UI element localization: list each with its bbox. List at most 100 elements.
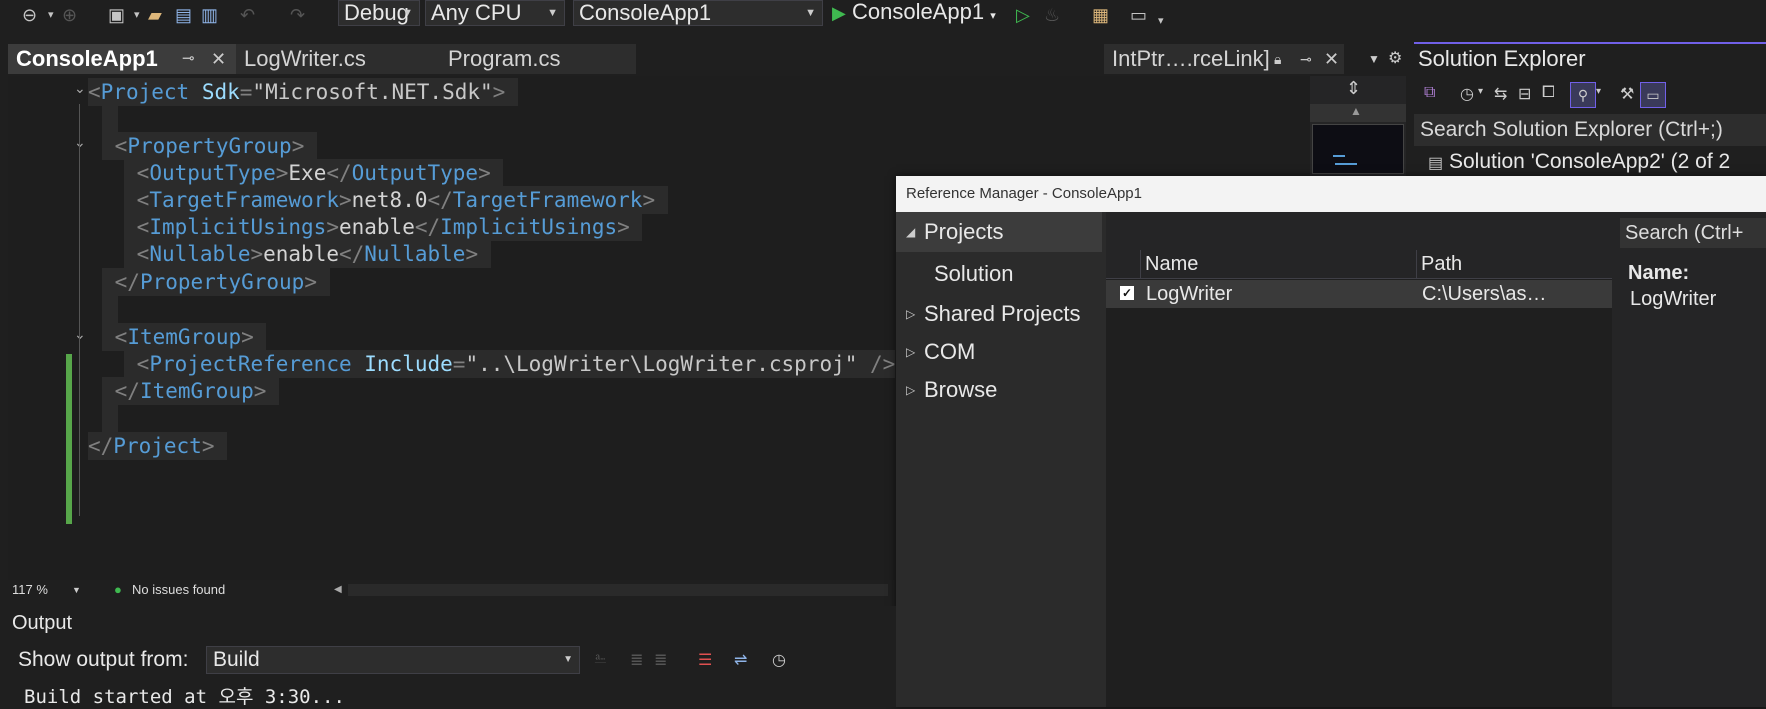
scroll-left-icon[interactable]: ◀ (334, 580, 342, 600)
solution-explorer-toolbar: ⧉ ◷ ▾ ⇆ ⊟ ⧠ ⚲ ▾ ⚒ ▭ (1414, 80, 1766, 112)
save-icon[interactable]: ▤ (175, 4, 192, 28)
run-label: ConsoleApp1 (851, 0, 985, 24)
hot-reload-icon[interactable]: ♨ (1044, 4, 1060, 28)
nav-browse[interactable]: ▷ Browse (896, 370, 1102, 410)
chevron-down-icon[interactable]: ▾ (48, 4, 54, 28)
wrench-icon[interactable]: ⚒ (1620, 84, 1634, 104)
tab-program[interactable]: Program.cs (440, 44, 636, 74)
platform-dropdown[interactable]: Any CPU ▼ (425, 0, 565, 26)
search-placeholder: Search (Ctrl+ (1625, 222, 1744, 244)
file-explorer-icon[interactable]: ▦ (1092, 4, 1109, 28)
forward-icon[interactable]: ⊕ (62, 4, 77, 28)
new-project-icon[interactable]: ▣ (108, 4, 125, 28)
chevron-down-icon[interactable]: ▾ (1158, 10, 1164, 34)
dialog-title: Reference Manager - ConsoleApp1 (906, 185, 1142, 202)
next-message-icon[interactable]: ≣ (654, 650, 667, 670)
scroll-up-button[interactable]: ▲ (1310, 104, 1406, 122)
tab-intptr[interactable]: IntPtr….rceLink] 🔒︎ ⊸ ✕ (1104, 44, 1344, 74)
list-header: Name Path (1106, 250, 1612, 279)
open-folder-icon[interactable]: ▰ (148, 4, 162, 28)
nav-com[interactable]: ▷ COM (896, 332, 1102, 372)
filter-icon[interactable]: ⚲ (1570, 82, 1596, 108)
configuration-dropdown[interactable]: Debug ▼ (338, 0, 420, 26)
clear-all-icon[interactable]: ☰ (698, 650, 712, 670)
nav-shared-projects[interactable]: ▷ Shared Projects (896, 294, 1102, 334)
tab-logwriter[interactable]: LogWriter.cs (236, 44, 440, 74)
split-window-icon[interactable]: ⇕ (1346, 78, 1361, 99)
code-line-1: <Project Sdk="Microsoft.NET.Sdk"> (88, 78, 518, 106)
back-icon[interactable]: ⊖ (22, 4, 37, 28)
list-toolbar (1106, 212, 1612, 250)
sync-icon[interactable]: ⇆ (1494, 84, 1507, 104)
clock-icon[interactable]: ◷ (772, 650, 786, 670)
details-pane: Search (Ctrl+ Name: LogWriter (1616, 212, 1766, 707)
zoom-level[interactable]: 117 % (12, 580, 48, 600)
history-icon[interactable]: ◷ (1460, 84, 1474, 104)
output-panel: Output Show output from: Build ▼ ⎁ ≣ ≣ ☰… (8, 606, 896, 708)
output-source-dropdown[interactable]: Build ▼ (206, 646, 580, 674)
find-message-icon[interactable]: ⎁ (594, 650, 607, 668)
collapsed-triangle-icon: ▷ (906, 307, 916, 321)
fold-chevron-icon[interactable]: ⌄ (74, 80, 86, 97)
platform-value: Any CPU (431, 0, 522, 25)
check-circle-icon: ● (114, 582, 122, 597)
reference-search-input[interactable]: Search (Ctrl+ (1620, 218, 1766, 248)
chevron-down-icon[interactable]: ▾ (1478, 86, 1483, 97)
code-line-9: <ProjectReference Include="..\LogWriter\… (124, 350, 896, 378)
close-icon[interactable]: ✕ (1324, 44, 1339, 74)
pin-icon[interactable]: ⊸ (1300, 44, 1312, 74)
output-log-line: Build started at 오후 3:30... (24, 686, 345, 708)
tab-list-dropdown-icon[interactable]: ▼ (1368, 52, 1380, 66)
tab-consoleapp1[interactable]: ConsoleApp1 ⊸ ✕ (8, 44, 236, 74)
horizontal-scrollbar[interactable] (348, 584, 888, 596)
word-wrap-icon[interactable]: ⇌ (734, 650, 747, 670)
chevron-down-icon: ▾ (990, 10, 996, 22)
nav-projects[interactable]: ◢ Projects (896, 212, 1102, 252)
solution-search-input[interactable]: Search Solution Explorer (Ctrl+;) (1414, 114, 1766, 146)
row-name: LogWriter (1146, 283, 1233, 305)
code-line-4: <TargetFramework>net8.0</TargetFramework… (124, 186, 668, 214)
column-header-name[interactable]: Name (1140, 250, 1421, 278)
undo-icon[interactable]: ↶ (240, 4, 255, 28)
solution-icon: ▤ (1428, 155, 1444, 172)
show-all-files-icon[interactable]: ⧠ (1542, 84, 1555, 102)
tab-label: LogWriter.cs (244, 46, 366, 71)
start-without-debugging-icon[interactable]: ▷ (1016, 4, 1030, 28)
collapse-all-icon[interactable]: ⊟ (1518, 84, 1531, 104)
reference-list: Name Path ✓ LogWriter C:\Users\as… (1106, 212, 1612, 707)
gear-icon[interactable]: ⚙ (1388, 48, 1402, 68)
configuration-value: Debug (344, 0, 409, 25)
row-path: C:\Users\as… (1422, 283, 1547, 305)
code-line-8: <ItemGroup> (102, 323, 267, 351)
output-title: Output (12, 612, 73, 634)
solution-node-label: Solution 'ConsoleApp2' (2 of 2 (1448, 150, 1731, 173)
solution-explorer-panel: Solution Explorer ⧉ ◷ ▾ ⇆ ⊟ ⧠ ⚲ ▾ ⚒ ▭ Se… (1414, 42, 1766, 184)
column-header-path[interactable]: Path (1416, 250, 1617, 278)
redo-icon[interactable]: ↷ (290, 4, 305, 28)
nav-solution[interactable]: Solution (896, 254, 1102, 294)
reference-checkbox[interactable]: ✓ (1120, 286, 1134, 300)
chevron-down-icon[interactable]: ▼ (72, 580, 81, 600)
code-line-blank (102, 296, 118, 324)
previous-message-icon[interactable]: ≣ (630, 650, 643, 670)
details-value: LogWriter (1630, 288, 1717, 310)
table-row[interactable]: ✓ LogWriter C:\Users\as… (1106, 280, 1612, 308)
issues-status[interactable]: No issues found (132, 580, 225, 600)
chevron-down-icon[interactable]: ▾ (134, 4, 140, 28)
close-icon[interactable]: ✕ (211, 44, 226, 74)
save-all-icon[interactable]: ▥ (201, 4, 218, 28)
dialog-title-bar[interactable]: Reference Manager - ConsoleApp1 (896, 176, 1766, 212)
chevron-down-icon[interactable]: ▾ (1596, 86, 1601, 97)
vs-sync-icon[interactable]: ⧉ (1424, 84, 1435, 102)
pin-icon[interactable]: ⊸ (182, 44, 195, 74)
minimap-preview[interactable] (1312, 124, 1404, 174)
window-layout-icon[interactable]: ▭ (1130, 4, 1147, 28)
tab-label: IntPtr….rceLink] (1112, 46, 1270, 71)
solution-node[interactable]: ▤ Solution 'ConsoleApp2' (2 of 2 (1428, 150, 1730, 174)
category-nav: ◢ Projects Solution ▷ Shared Projects ▷ … (896, 212, 1106, 707)
preview-icon[interactable]: ▭ (1640, 82, 1666, 108)
code-line-6: <Nullable>enable</Nullable> (124, 240, 491, 268)
start-debugging-button[interactable]: ▶ ConsoleApp1 ▾ (832, 0, 996, 26)
startup-project-dropdown[interactable]: ConsoleApp1 ▼ (573, 0, 823, 26)
code-line-11: </Project> (88, 432, 228, 460)
